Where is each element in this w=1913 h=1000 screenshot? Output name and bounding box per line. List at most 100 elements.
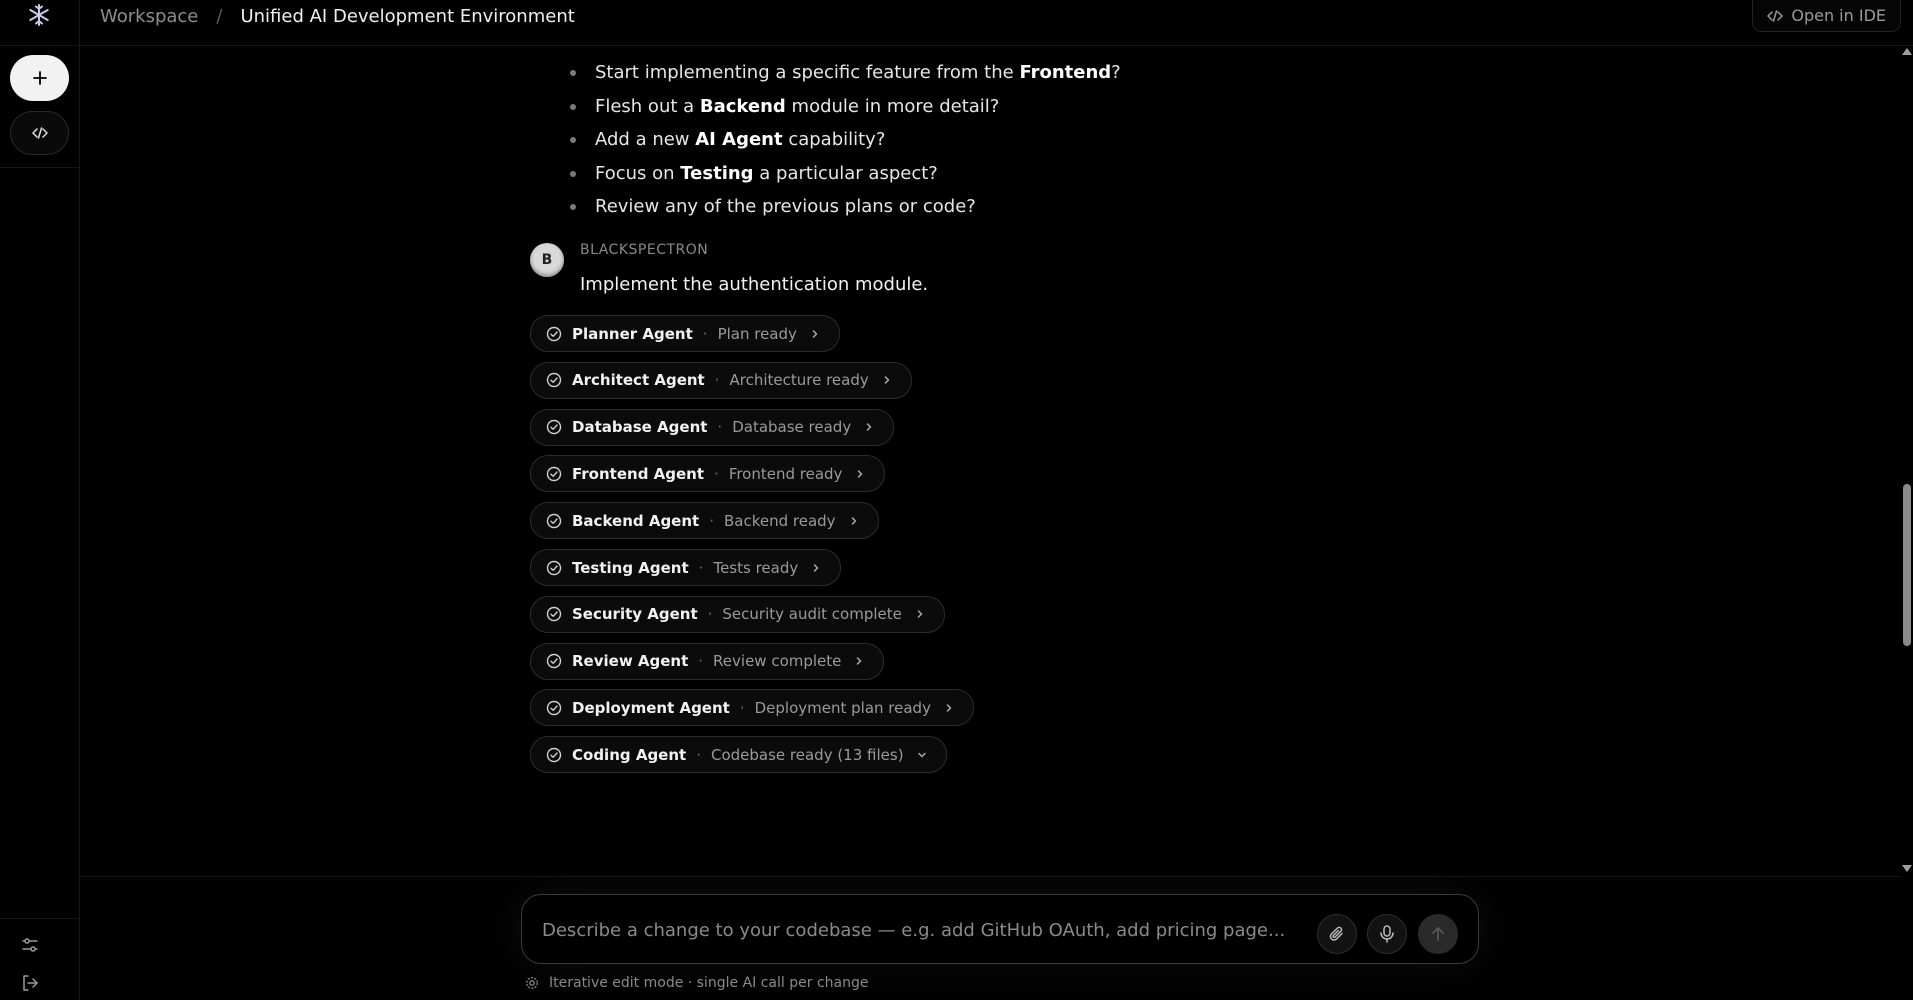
composer-hint-text: Iterative edit mode · single AI call per… xyxy=(549,975,869,991)
scroll-down-arrow-icon[interactable] xyxy=(1902,865,1912,872)
code-view-button[interactable] xyxy=(10,111,69,155)
agent-status-pill[interactable]: Testing Agent · Tests ready xyxy=(530,549,842,586)
agent-status-text: Tests ready xyxy=(713,558,799,577)
agent-status-pill[interactable]: Deployment Agent · Deployment plan ready xyxy=(530,689,974,727)
snowflake-logo-icon[interactable] xyxy=(26,2,52,28)
open-in-ide-button[interactable]: Open in IDE xyxy=(1752,0,1901,32)
agent-separator: · xyxy=(696,745,701,764)
suggestion-item: Focus on Testing a particular aspect? xyxy=(530,157,1121,191)
composer xyxy=(521,894,1479,964)
check-circle-icon xyxy=(545,372,562,389)
agent-name: Review Agent xyxy=(572,652,689,671)
chevron-right-icon xyxy=(943,702,955,714)
paperclip-icon xyxy=(1329,926,1343,941)
agent-separator: · xyxy=(714,464,719,483)
agent-name: Testing Agent xyxy=(572,558,689,577)
message-author: BLACKSPECTRON xyxy=(580,242,709,258)
agent-status-text: Database ready xyxy=(732,418,852,437)
suggestion-item: Add a new AI Agent capability? xyxy=(530,123,1121,157)
suggestion-text: Flesh out a Backend module in more detai… xyxy=(595,95,1000,117)
agent-name: Frontend Agent xyxy=(572,464,705,483)
plus-icon xyxy=(32,71,47,85)
agent-status-pill[interactable]: Backend Agent · Backend ready xyxy=(530,502,879,540)
chevron-right-icon xyxy=(863,421,875,433)
agent-separator: · xyxy=(702,324,708,343)
prompt-input[interactable] xyxy=(542,913,1302,947)
attach-button[interactable] xyxy=(1317,914,1357,954)
agent-status-text: Backend ready xyxy=(723,511,836,530)
sidebar-divider xyxy=(0,45,80,46)
new-chat-button[interactable] xyxy=(10,55,69,101)
agent-status-pill[interactable]: Architect Agent · Architecture ready xyxy=(530,361,912,399)
agent-status-pill[interactable]: Frontend Agent · Frontend ready xyxy=(530,455,886,493)
chevron-down-icon xyxy=(916,749,928,761)
sidebar-divider xyxy=(0,167,80,168)
chevron-right-icon xyxy=(881,374,893,386)
bullet-dot xyxy=(570,137,576,143)
user-message-text: Implement the authentication module. xyxy=(580,274,929,295)
chevron-right-icon xyxy=(853,655,865,667)
check-circle-icon xyxy=(545,606,562,623)
agent-separator: · xyxy=(717,418,723,437)
agent-status-text: Architecture ready xyxy=(729,371,869,390)
scrollbar[interactable] xyxy=(1900,46,1913,876)
suggestion-item: Review any of the previous plans or code… xyxy=(530,190,1121,224)
scrollbar-thumb[interactable] xyxy=(1903,484,1911,646)
agent-status-pill[interactable]: Review Agent · Review complete xyxy=(530,642,885,680)
breadcrumb: Workspace / Unified AI Development Envir… xyxy=(100,0,575,32)
open-in-ide-label: Open in IDE xyxy=(1791,6,1886,25)
agent-status-pill[interactable]: Planner Agent · Plan ready xyxy=(530,315,840,352)
agent-status-text: Frontend ready xyxy=(728,464,843,483)
agent-status-text: Security audit complete xyxy=(722,605,902,624)
bullet-dot xyxy=(570,103,576,110)
agent-separator: · xyxy=(698,558,704,577)
suggestion-list: Start implementing a specific feature fr… xyxy=(530,56,1121,224)
agent-name: Security Agent xyxy=(572,605,698,624)
suggestion-item: Start implementing a specific feature fr… xyxy=(530,56,1121,90)
composer-hint: Iterative edit mode · single AI call per… xyxy=(525,975,868,991)
agent-status-text: Codebase ready (13 files) xyxy=(710,745,904,764)
bullet-dot xyxy=(570,170,576,177)
agent-status-pill[interactable]: Security Agent · Security audit complete xyxy=(530,595,945,633)
suggestion-text: Start implementing a specific feature fr… xyxy=(595,62,1121,84)
suggestion-text: Review any of the previous plans or code… xyxy=(595,196,976,218)
arrow-up-icon xyxy=(1432,927,1444,941)
agent-separator: · xyxy=(698,652,704,671)
breadcrumb-workspace-link[interactable]: Workspace xyxy=(100,6,198,27)
bullet-dot xyxy=(570,70,576,76)
agent-separator: · xyxy=(714,371,720,390)
microphone-icon xyxy=(1380,925,1394,943)
sidebar xyxy=(0,0,80,1000)
sliders-icon[interactable] xyxy=(20,935,40,955)
check-circle-icon xyxy=(545,746,562,763)
scroll-up-arrow-icon[interactable] xyxy=(1902,48,1912,55)
code-icon xyxy=(31,127,48,139)
agent-name: Planner Agent xyxy=(572,324,693,343)
check-circle-icon xyxy=(545,465,562,482)
suggestion-text: Add a new AI Agent capability? xyxy=(595,129,886,151)
agent-name: Backend Agent xyxy=(572,511,700,530)
breadcrumb-separator: / xyxy=(216,5,223,27)
agent-status-pill[interactable]: Database Agent · Database ready xyxy=(530,408,895,446)
agent-separator: · xyxy=(739,698,745,717)
send-button[interactable] xyxy=(1418,914,1458,954)
suggestion-text: Focus on Testing a particular aspect? xyxy=(595,162,938,184)
code-icon xyxy=(1767,9,1784,22)
top-bar: Workspace / Unified AI Development Envir… xyxy=(80,0,1913,46)
voice-input-button[interactable] xyxy=(1367,914,1407,954)
chevron-right-icon xyxy=(810,562,822,574)
chevron-right-icon xyxy=(848,515,860,527)
chevron-right-icon xyxy=(809,328,821,340)
agent-name: Deployment Agent xyxy=(572,698,730,717)
composer-divider xyxy=(80,876,1900,877)
agent-name: Architect Agent xyxy=(572,371,705,390)
avatar: B xyxy=(530,243,564,277)
agent-name: Coding Agent xyxy=(572,745,687,764)
check-circle-icon xyxy=(545,653,562,670)
logout-icon[interactable] xyxy=(20,973,40,993)
agent-status-pill[interactable]: Coding Agent · Codebase ready (13 files) xyxy=(530,736,947,774)
sidebar-divider xyxy=(0,918,80,919)
check-circle-icon xyxy=(545,512,562,529)
suggestion-item: Flesh out a Backend module in more detai… xyxy=(530,90,1121,124)
check-circle-icon xyxy=(545,559,562,576)
